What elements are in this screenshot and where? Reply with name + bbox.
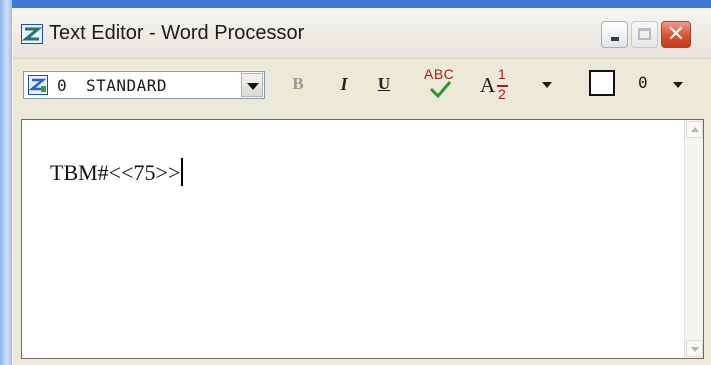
app-icon (21, 24, 43, 44)
style-icon (28, 75, 48, 95)
spell-check-button[interactable]: ABC (420, 66, 456, 102)
fraction-button[interactable]: A 1 2 (480, 65, 524, 103)
editor-content: TBM#<<75>> (50, 158, 184, 186)
value-dropdown-icon[interactable] (673, 82, 683, 88)
desktop-background (0, 0, 12, 365)
color-box-icon[interactable] (589, 70, 615, 96)
spell-check-icon (429, 81, 452, 98)
editor-frame: TBM#<<75>> (21, 119, 704, 359)
minimize-button[interactable] (601, 21, 628, 48)
fraction-dropdown-icon[interactable] (542, 82, 552, 88)
scroll-down-icon[interactable] (686, 340, 703, 357)
window-title: Text Editor - Word Processor (49, 22, 305, 44)
maximize-icon (638, 28, 651, 40)
style-name: STANDARD (86, 76, 168, 95)
close-button[interactable]: ✕ (661, 21, 691, 48)
close-icon: ✕ (666, 22, 686, 47)
underline-button[interactable]: U (373, 69, 395, 99)
style-number: 0 (57, 76, 67, 95)
fraction-numerator: 1 (498, 66, 506, 82)
text-caret (181, 158, 184, 186)
maximize-button[interactable] (631, 21, 658, 48)
fraction-icon: A (480, 73, 496, 97)
value-number: 0 (638, 73, 648, 92)
formatting-toolbar: 0 STANDARD B I U ABC A 1 2 0 (13, 59, 711, 111)
text-editor-window: Text Editor - Word Processor ✕ 0 STANDAR… (12, 8, 711, 365)
text-style-select[interactable]: 0 STANDARD (23, 71, 265, 99)
title-bar[interactable]: Text Editor - Word Processor ✕ (13, 8, 711, 59)
vertical-scrollbar[interactable] (684, 120, 703, 358)
italic-button[interactable]: I (333, 69, 355, 99)
bold-button[interactable]: B (287, 69, 309, 99)
fraction-denominator: 2 (498, 86, 506, 102)
text-editing-area[interactable]: TBM#<<75>> (22, 120, 684, 358)
dropdown-arrow-icon[interactable] (241, 73, 263, 97)
scroll-up-icon[interactable] (686, 121, 703, 138)
minimize-icon (611, 37, 619, 41)
editor-text-value: TBM#<<75>> (50, 160, 181, 185)
